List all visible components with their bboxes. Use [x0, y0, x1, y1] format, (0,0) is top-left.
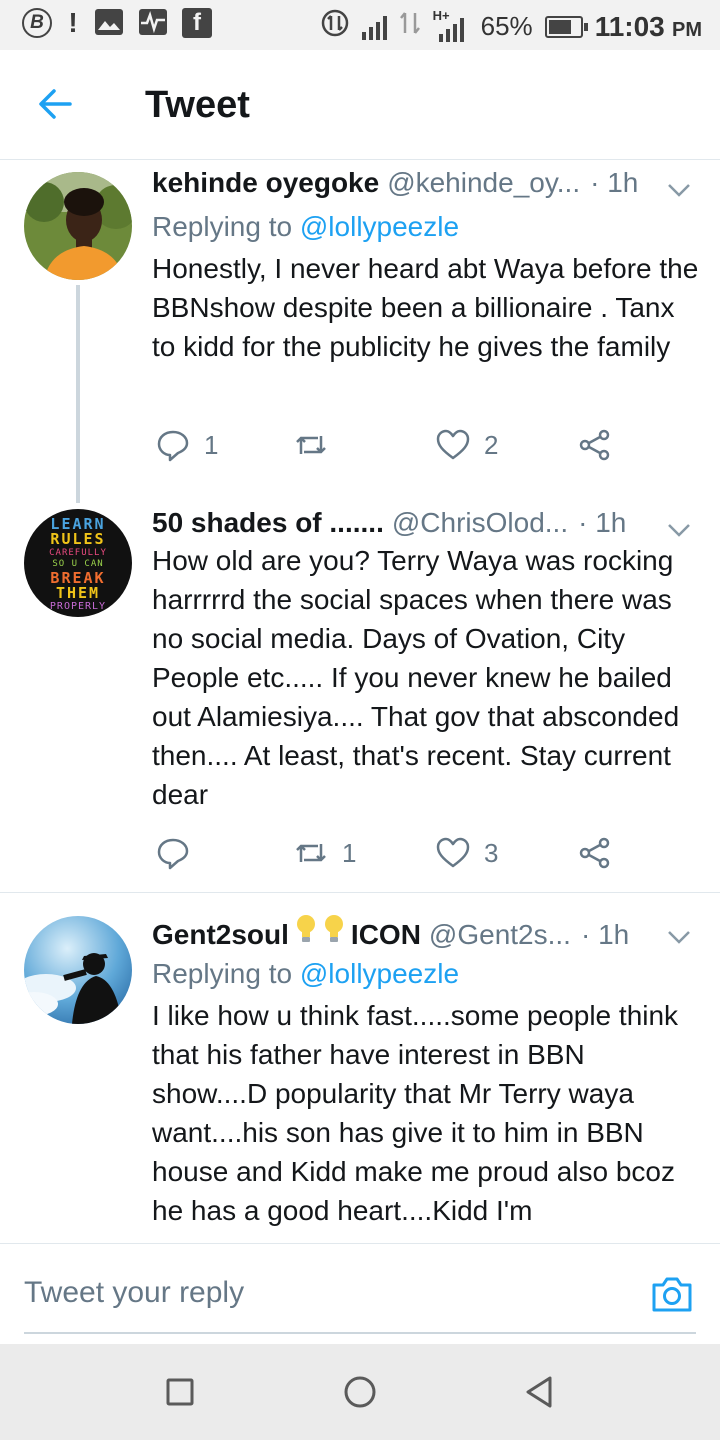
tweet-text: How old are you? Terry Waya was rocking … [152, 545, 680, 810]
reply-icon [157, 430, 189, 462]
camera-icon[interactable] [650, 1272, 694, 1316]
data-transfer-icon [320, 8, 350, 45]
reply-composer: Tweet your reply [0, 1243, 720, 1343]
author-handle[interactable]: @Gent2s... [429, 919, 571, 951]
tweet-2[interactable]: LEARN RULES CAREFULLY SO U CAN BREAK THE… [0, 501, 720, 893]
facebook-icon: f [182, 8, 212, 38]
avatar-text-line: RULES [50, 530, 106, 548]
signal-icon [361, 14, 387, 40]
mobile-data-icon: H+ [433, 8, 469, 42]
author-name-suffix[interactable]: ICON [351, 919, 421, 951]
like-button[interactable]: 3 [436, 833, 498, 873]
avatar[interactable]: LEARN RULES CAREFULLY SO U CAN BREAK THE… [24, 509, 132, 617]
share-icon [579, 429, 610, 461]
reply-icon [157, 838, 189, 870]
avatar-text-line: THEM [55, 584, 101, 602]
battery-icon [544, 15, 588, 38]
lightbulb-icon [323, 914, 345, 944]
tweet-time: · 1h [580, 919, 630, 950]
like-count: 3 [484, 837, 499, 868]
heart-icon [436, 837, 470, 868]
like-button[interactable]: 2 [436, 425, 498, 465]
heart-icon [436, 429, 470, 460]
reply-input[interactable]: Tweet your reply [24, 1276, 244, 1310]
clock: 11:03 PM [595, 11, 702, 43]
retweet-icon [296, 436, 326, 454]
avatar-text-line: CAREFULLY [49, 548, 107, 558]
tweet-header: Gent2soul ICON @Gent2s... · 1h [152, 914, 700, 951]
clock-ampm: PM [672, 18, 702, 41]
tweet-1[interactable]: kehinde oyegoke @kehinde_oy... · 1h Repl… [0, 161, 720, 503]
system-nav-bar [0, 1344, 720, 1440]
chevron-down-icon[interactable] [666, 517, 692, 543]
tweet-body: 50 shades of ....... @ChrisOlod... · 1h … [152, 507, 700, 814]
tweet-3[interactable]: Gent2soul ICON @Gent2s... · 1h Replying … [0, 893, 720, 1243]
system-icons: H+ 65% 11:03 PM [320, 8, 702, 45]
reply-input-underline [24, 1332, 696, 1334]
tweet-time: · 1h [590, 167, 639, 198]
author-name[interactable]: kehinde oyegoke [152, 167, 379, 199]
replying-to-mention[interactable]: @lollypeezle [300, 211, 459, 242]
replying-to: Replying to @lollypeezle [152, 211, 700, 243]
replying-to-mention[interactable]: @lollypeezle [300, 958, 459, 989]
tweet-text: I like how u think fast.....some people … [152, 1000, 679, 1226]
author-name[interactable]: Gent2soul [152, 919, 289, 951]
sync-icon [399, 9, 421, 44]
like-count: 2 [484, 429, 499, 460]
tweet-actions: 1 2 [152, 425, 652, 465]
replying-to: Replying to @lollypeezle [152, 958, 700, 990]
app-header: Tweet [0, 50, 720, 160]
battery-percent: 65% [480, 11, 533, 41]
recents-button[interactable] [162, 1374, 198, 1410]
share-button[interactable] [578, 833, 612, 873]
back-arrow-icon[interactable] [34, 82, 78, 126]
status-bar: B ! f H+ 65% 11:03 PM [0, 0, 720, 50]
author-handle[interactable]: @ChrisOlod... [392, 507, 568, 539]
chevron-down-icon[interactable] [666, 177, 692, 203]
thread-line [76, 285, 80, 503]
tweet-time: · 1h [578, 507, 627, 538]
lightbulb-icon [295, 914, 317, 944]
chevron-down-icon[interactable] [666, 924, 692, 950]
share-icon [579, 837, 610, 869]
retweet-icon [296, 844, 326, 862]
retweet-count: 1 [342, 837, 357, 868]
avatar[interactable] [24, 172, 132, 280]
replying-to-label: Replying to [152, 211, 293, 242]
tweet-header: 50 shades of ....... @ChrisOlod... · 1h [152, 507, 700, 541]
tweet-actions: 1 3 [152, 833, 652, 873]
reply-button[interactable] [156, 833, 204, 873]
author-name[interactable]: 50 shades of ....... [152, 507, 384, 539]
tweet-header: kehinde oyegoke @kehinde_oy... · 1h [152, 167, 700, 201]
share-button[interactable] [578, 425, 612, 465]
reply-button[interactable]: 1 [156, 425, 218, 465]
retweet-button[interactable]: 1 [294, 833, 356, 873]
page-title: Tweet [145, 84, 250, 126]
alert-icon: ! [68, 7, 78, 38]
author-handle[interactable]: @kehinde_oy... [387, 167, 580, 199]
home-button[interactable] [342, 1374, 378, 1410]
clock-time: 11:03 [594, 10, 665, 42]
tweet-text: Honestly, I never heard abt Waya before … [152, 253, 699, 362]
avatar-text-line: PROPERLY [49, 601, 107, 612]
avatar[interactable] [24, 916, 132, 1024]
tweet-body: kehinde oyegoke @kehinde_oy... · 1h Repl… [152, 167, 700, 366]
b-notification-icon: B [22, 8, 52, 38]
back-button[interactable] [522, 1374, 558, 1410]
gallery-icon [94, 8, 124, 38]
retweet-button[interactable] [294, 425, 342, 465]
replying-to-label: Replying to [152, 958, 293, 989]
activity-icon [138, 8, 168, 38]
reply-count: 1 [204, 429, 219, 460]
avatar-text-line: SO U CAN [52, 559, 104, 569]
tweet-body: Gent2soul ICON @Gent2s... · 1h Replying … [152, 914, 700, 1230]
notification-icons: B ! f [22, 8, 212, 38]
